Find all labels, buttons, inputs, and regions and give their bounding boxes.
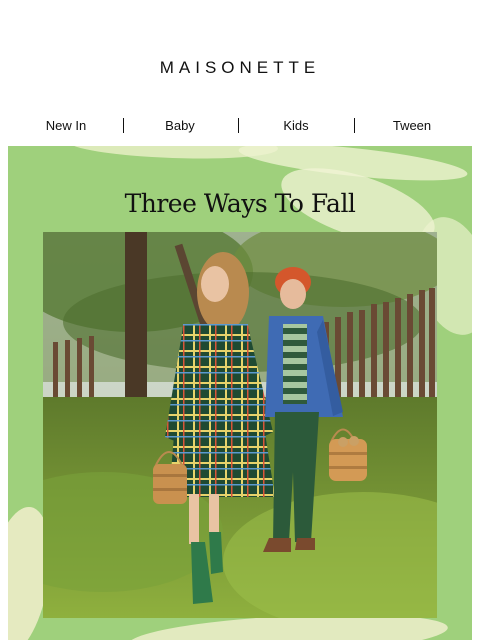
brand-logo[interactable]: MAISONETTE <box>0 58 480 78</box>
nav-item-baby[interactable]: Baby <box>140 118 220 133</box>
nav-divider <box>123 118 124 133</box>
nav-divider <box>354 118 355 133</box>
nav-item-new-in[interactable]: New In <box>26 118 106 133</box>
hero-title: Three Ways To Fall <box>124 188 356 218</box>
hero-photo[interactable] <box>43 232 437 618</box>
hero-banner[interactable]: Three Ways To Fall <box>8 146 472 640</box>
nav-item-tween[interactable]: Tween <box>372 118 452 133</box>
nav-item-kids[interactable]: Kids <box>256 118 336 133</box>
nav-divider <box>238 118 239 133</box>
category-nav: New In Baby Kids Tween <box>0 112 480 138</box>
